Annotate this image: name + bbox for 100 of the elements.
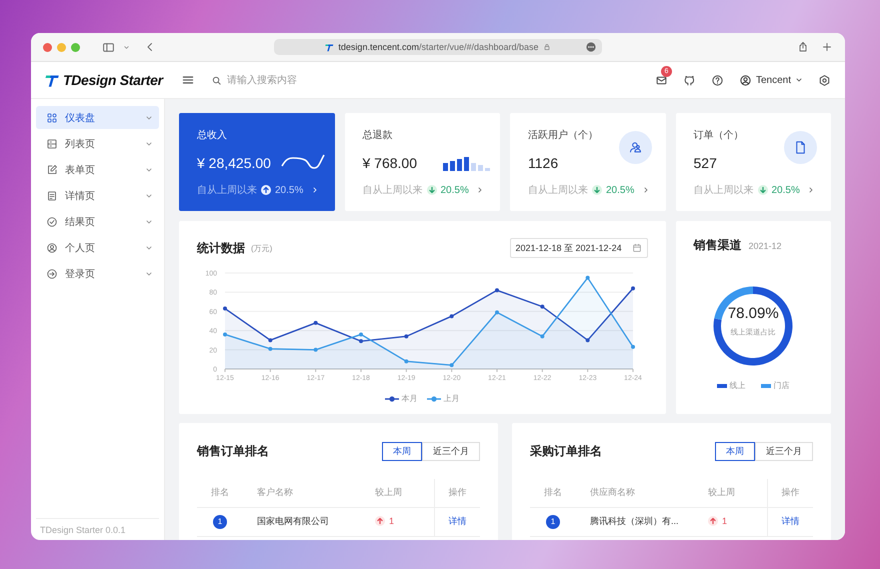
column-header: 排名 — [530, 479, 576, 507]
donut-value: 78.09% — [728, 305, 779, 322]
chevron-right-icon[interactable] — [807, 186, 815, 194]
legend-label: 本月 — [401, 393, 418, 404]
chevron-down-icon — [145, 270, 153, 278]
settings-icon[interactable] — [818, 74, 831, 86]
stat-note: 自从上周以来 — [362, 184, 422, 197]
point — [223, 306, 227, 311]
point — [268, 338, 272, 342]
details-link[interactable]: 详情 — [781, 516, 800, 526]
close-button[interactable] — [43, 42, 52, 52]
table-cell: 腾讯科技（深圳）有... — [576, 507, 707, 536]
chevron-right-icon[interactable] — [476, 186, 484, 194]
chevron-down-icon — [145, 218, 153, 226]
point — [495, 288, 499, 292]
change-value: 20.5% — [606, 184, 634, 196]
point — [586, 338, 590, 342]
stat-title: 总退款 — [362, 128, 394, 142]
chevron-right-icon[interactable] — [642, 186, 650, 194]
sidebar-toggle-icon[interactable] — [102, 40, 115, 54]
period-tab[interactable]: 近三个月 — [755, 442, 813, 460]
stat-value: 1126 — [528, 154, 558, 170]
more-icon[interactable] — [586, 42, 596, 52]
sidebar-item[interactable]: 结果页 — [36, 210, 159, 233]
new-tab-icon[interactable] — [821, 41, 833, 53]
period-tab[interactable]: 本周 — [382, 442, 422, 460]
chevron-down-icon[interactable] — [123, 44, 130, 50]
sidebar-item[interactable]: 登录页 — [36, 262, 159, 285]
document-icon — [46, 190, 58, 202]
point — [540, 334, 544, 338]
point — [359, 332, 363, 336]
calendar-icon — [632, 243, 642, 253]
user-icon — [738, 74, 752, 86]
stat-value: ¥ 28,425.00 — [197, 154, 271, 170]
change-value: 20.5% — [440, 184, 469, 196]
column-header: 操作 — [767, 479, 813, 507]
legend-label: 门店 — [773, 380, 790, 391]
unit-label: (万元) — [251, 242, 272, 254]
point — [314, 348, 318, 352]
user-menu[interactable]: Tencent — [738, 74, 803, 86]
stat-note: 自从上周以来 — [694, 184, 754, 197]
date-range-field[interactable]: 2021-12-18 至 2021-12-24 — [510, 238, 648, 258]
stat-value: ¥ 768.00 — [362, 154, 417, 170]
address-bar[interactable]: tdesign.tencent.com/starter/vue/#/dashboard/base — [274, 39, 602, 55]
share-icon[interactable] — [797, 41, 809, 53]
point — [404, 334, 408, 338]
point — [359, 339, 363, 344]
table-cell: 国家电网有限公司 — [243, 507, 374, 536]
list-icon — [46, 138, 58, 150]
users-icon — [628, 140, 642, 155]
change-value: 1 — [389, 516, 394, 526]
chart-title: 销售渠道 — [694, 237, 742, 254]
help-icon[interactable] — [710, 74, 724, 86]
user-icon — [46, 242, 58, 254]
check-circle-icon — [46, 216, 58, 228]
column-header: 排名 — [197, 479, 243, 507]
change-value: 20.5% — [275, 184, 304, 196]
grid-icon — [46, 112, 58, 124]
logo-icon — [45, 72, 60, 88]
ranking-title: 销售订单排名 — [197, 442, 269, 460]
details-link[interactable]: 详情 — [448, 516, 466, 526]
point — [631, 286, 635, 290]
column-header: 较上周 — [707, 479, 767, 507]
stat-title: 活跃用户（个） — [528, 128, 599, 142]
rank-number: 1 — [213, 514, 227, 528]
period-tab[interactable]: 近三个月 — [422, 442, 480, 460]
sidebar-item[interactable]: 表单页 — [36, 158, 159, 181]
search-icon — [211, 74, 222, 86]
date-range-text: 2021-12-18 至 2021-12-24 — [516, 242, 622, 254]
url-text: tdesign.tencent.com/starter/vue/#/dashboard/base — [338, 42, 539, 52]
stat-value: 527 — [694, 154, 717, 170]
github-icon[interactable] — [682, 74, 696, 86]
legend-label: 线上 — [729, 380, 746, 391]
stat-title: 总收入 — [197, 128, 228, 142]
rank-number: 1 — [546, 514, 560, 528]
column-header: 供应商名称 — [576, 479, 707, 507]
login-icon — [46, 268, 58, 280]
change-value: 1 — [722, 516, 728, 526]
sidebar-item[interactable]: 仪表盘 — [36, 106, 159, 129]
chevron-down-icon — [145, 192, 153, 200]
chevron-right-icon[interactable] — [310, 186, 318, 194]
sidebar-item[interactable]: 列表页 — [36, 132, 159, 155]
stat-note: 自从上周以来 — [528, 184, 588, 197]
point — [495, 310, 499, 314]
point — [268, 346, 272, 351]
chevron-down-icon — [145, 166, 153, 174]
point — [223, 332, 227, 336]
point — [586, 276, 590, 280]
chevron-down-icon — [145, 244, 153, 252]
stat-note: 自从上周以来 — [197, 184, 257, 197]
sidebar-item[interactable]: 个人页 — [36, 236, 159, 259]
chevron-down-icon — [145, 140, 153, 148]
period-tab[interactable]: 本周 — [715, 442, 755, 460]
sparkline — [280, 154, 324, 172]
point — [314, 320, 318, 325]
point — [450, 314, 454, 318]
logo-icon — [325, 42, 334, 52]
logo-text: TDesign Starter — [63, 72, 163, 88]
ranking-title: 采购订单排名 — [530, 442, 602, 460]
sidebar-item[interactable]: 详情页 — [36, 184, 159, 207]
